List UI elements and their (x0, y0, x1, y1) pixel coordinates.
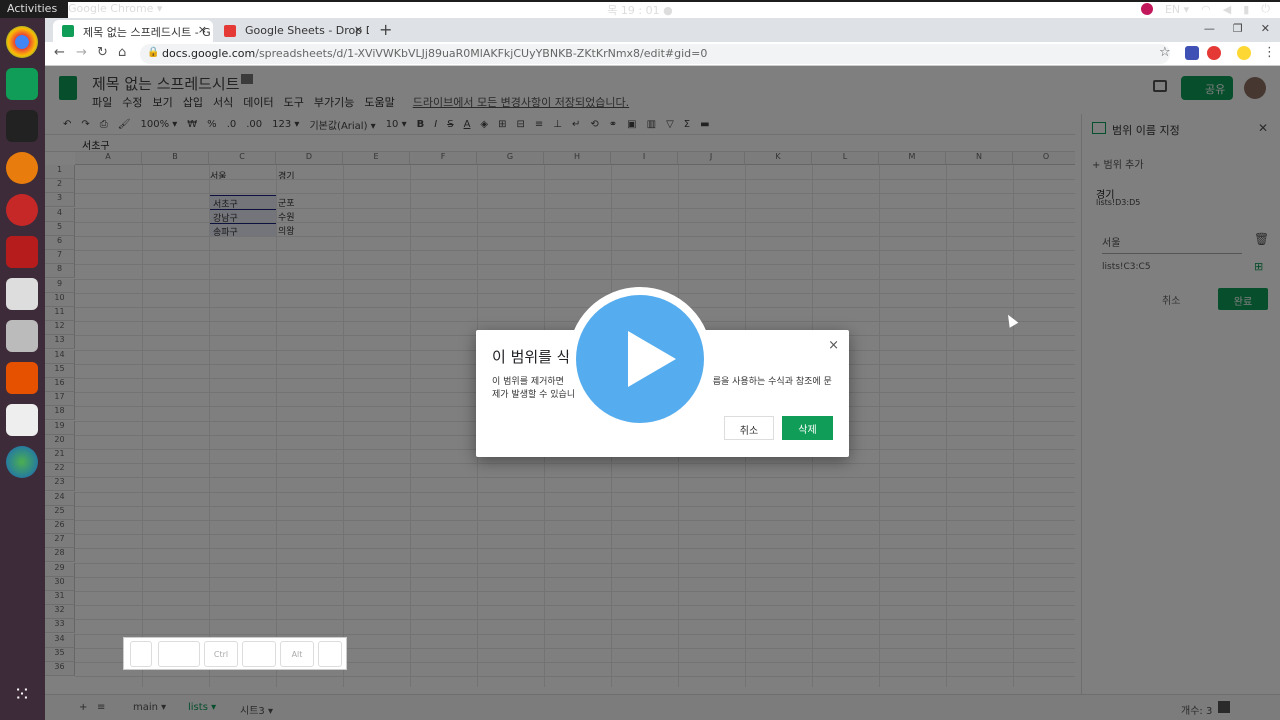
chrome-menu-icon[interactable]: ⋮ (1263, 45, 1276, 60)
minimize-icon[interactable]: — (1204, 22, 1215, 35)
key-slot (318, 641, 342, 667)
sheets-launcher-icon[interactable] (6, 68, 38, 100)
close-tab-icon[interactable]: × (198, 23, 207, 36)
lock-icon: 🔒 (147, 47, 160, 58)
chrome-launcher-icon[interactable] (6, 26, 38, 58)
dialog-message-line2: 제가 발생할 수 있습니 (492, 390, 576, 400)
inkscape-launcher-icon[interactable] (6, 110, 38, 142)
browser-tab-strip: 제목 없는 스프레드시트 - G × Google Sheets - Drop … (45, 18, 1280, 42)
screenshot-launcher-icon[interactable] (6, 278, 38, 310)
files-launcher-icon[interactable] (6, 320, 38, 352)
ctrl-key: Ctrl (204, 641, 238, 667)
video-play-button[interactable] (568, 287, 712, 431)
play-icon (628, 331, 676, 387)
dialog-title: 이 범위를 삭 (492, 348, 571, 366)
maximize-icon[interactable]: ❐ (1233, 22, 1243, 35)
browser-tab-sheet[interactable]: 제목 없는 스프레드시트 - G × (53, 20, 213, 42)
tab-label: 제목 없는 스프레드시트 - G (83, 26, 211, 39)
window-controls: — ❐ ✕ (1204, 22, 1270, 35)
address-toolbar: ← → ↻ ⌂ 🔒 docs.google.com/spreadsheets/d… (45, 42, 1280, 66)
dialog-cancel-button[interactable]: 취소 (724, 416, 774, 440)
system-tray: EN ▾ ◠ ◀ ▮ ⏻ (1140, 2, 1270, 16)
dialog-cancel-label: 취소 (739, 426, 759, 437)
url-bar[interactable]: 🔒 docs.google.com/spreadsheets/d/1-XViVW… (140, 44, 1170, 64)
os-top-bar: Activities Google Chrome ▾ 목 19 : 01 ● E… (0, 0, 1280, 656)
mouse-key-icon (130, 641, 152, 667)
globe-launcher-icon[interactable] (6, 446, 38, 478)
reload-icon[interactable]: ↻ (97, 45, 108, 60)
calculator-launcher-icon[interactable] (6, 362, 38, 394)
power-icon[interactable]: ⏻ (1261, 2, 1270, 16)
language-indicator[interactable]: EN ▾ (1165, 3, 1189, 16)
alt-key: Alt (280, 641, 314, 667)
bookmark-star-icon[interactable]: ☆ (1159, 45, 1171, 60)
blender-launcher-icon[interactable] (6, 152, 38, 184)
wifi-icon[interactable]: ◠ (1201, 3, 1211, 16)
close-window-icon[interactable]: ✕ (1261, 22, 1270, 35)
opera-extension-icon[interactable] (1207, 46, 1221, 60)
emoji-extension-icon[interactable] (1237, 46, 1251, 60)
browser-tab-youtube[interactable]: Google Sheets - Drop Dov × (215, 20, 369, 42)
close-tab-icon[interactable]: × (354, 23, 363, 36)
forward-icon[interactable]: → (76, 45, 87, 60)
mpx-launcher-icon[interactable] (6, 236, 38, 268)
text-editor-launcher-icon[interactable] (6, 404, 38, 436)
super-key (242, 641, 276, 667)
record-icon[interactable] (1140, 3, 1153, 15)
sheets-favicon-icon (62, 25, 74, 37)
url-path: /spreadsheets/d/1-XViVWKbVLJj89uaR0MlAKF… (255, 47, 708, 60)
tab-label: Google Sheets - Drop Dov (245, 24, 369, 37)
back-icon[interactable]: ← (54, 45, 65, 60)
dialog-close-icon[interactable]: × (828, 338, 839, 353)
battery-icon[interactable]: ▮ (1243, 3, 1249, 16)
home-icon[interactable]: ⌂ (118, 45, 126, 60)
show-apps-icon[interactable]: ⁙ (6, 682, 38, 714)
dialog-delete-label: 삭제 (798, 425, 817, 436)
new-tab-button[interactable]: + (379, 20, 392, 39)
clock[interactable]: 목 19 : 01 ● (0, 2, 1280, 18)
youtube-favicon-icon (224, 25, 236, 37)
recorder-launcher-icon[interactable] (6, 194, 38, 226)
volume-icon[interactable]: ◀ (1223, 3, 1231, 16)
url-host: docs.google.com (162, 47, 256, 60)
launcher-dock: ⁙ (0, 18, 45, 720)
keystroke-overlay: Ctrl Alt (123, 637, 347, 670)
dialog-delete-button[interactable]: 삭제 (782, 416, 833, 440)
play-circle (576, 295, 704, 423)
key-slot (158, 641, 200, 667)
translate-extension-icon[interactable] (1185, 46, 1199, 60)
